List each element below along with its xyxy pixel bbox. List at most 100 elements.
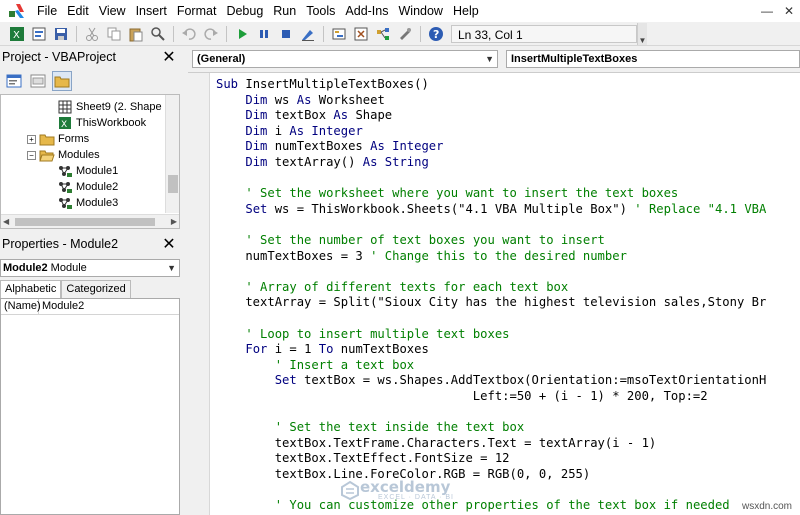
view-code-icon[interactable] — [4, 71, 24, 91]
menu-item-file[interactable]: File — [32, 0, 62, 22]
undo-icon[interactable] — [180, 25, 198, 43]
object-select[interactable]: Module2 Module ▼ — [0, 259, 180, 277]
svg-text:?: ? — [433, 28, 439, 41]
project-vertical-scrollbar[interactable] — [165, 95, 179, 213]
tree-item-label: Modules — [58, 149, 100, 161]
code-keyword: As — [333, 108, 356, 123]
code-line[interactable]: Dim textBox As Shape — [216, 108, 392, 124]
code-line[interactable]: textBox.TextEffect.FontSize = 12 — [216, 451, 510, 467]
code-line[interactable]: textBox.TextFrame.Characters.Text = text… — [216, 436, 657, 452]
code-line[interactable]: Dim numTextBoxes As Integer — [216, 139, 443, 155]
code-line[interactable]: Sub InsertMultipleTextBoxes() — [216, 77, 429, 93]
menu-item-view[interactable]: View — [94, 0, 131, 22]
code-line[interactable]: ' Loop to insert multiple text boxes — [216, 327, 509, 343]
project-horizontal-scrollbar[interactable]: ◀ ▶ — [1, 214, 179, 228]
code-text: i — [274, 123, 290, 138]
tree-item-thisworkbook[interactable]: X ThisWorkbook — [57, 115, 146, 131]
code-line[interactable]: Dim textArray() As String — [216, 155, 428, 171]
chevron-down-icon[interactable]: ▼ — [167, 260, 176, 276]
tree-expander-icon[interactable]: + — [27, 134, 36, 144]
tree-item-label: ThisWorkbook — [76, 117, 147, 129]
properties-window-icon[interactable] — [352, 25, 370, 43]
tree-item-sheet9-2-shape-s[interactable]: Sheet9 (2. Shape S — [57, 99, 172, 115]
menu-item-debug[interactable]: Debug — [221, 0, 268, 22]
tab-categorized[interactable]: Categorized — [61, 280, 131, 298]
menu-item-help[interactable]: Help — [448, 0, 484, 22]
code-keyword: As — [296, 92, 319, 107]
menu-item-insert[interactable]: Insert — [131, 0, 172, 22]
tree-item-module3[interactable]: Module3 — [57, 195, 118, 211]
menu-bar: File Edit View Insert Format Debug Run Tools Add… — [0, 0, 800, 22]
code-line[interactable]: numTextBoxes = 3 ' Change this to the de… — [216, 249, 627, 265]
code-line[interactable]: Dim ws As Worksheet — [216, 92, 384, 109]
run-icon[interactable] — [233, 25, 251, 43]
tab-alphabetic[interactable]: Alphabetic — [0, 280, 62, 298]
menu-item-edit[interactable]: Edit — [62, 0, 94, 22]
code-line[interactable]: For i = 1 To numTextBoxes — [216, 342, 428, 358]
code-line[interactable]: ' Array of different texts for each text… — [216, 280, 568, 296]
property-value[interactable]: Module2 — [39, 299, 84, 314]
code-line[interactable]: Dim i As Integer — [216, 123, 362, 140]
menu-item-run[interactable]: Run — [268, 0, 301, 22]
menu-item-add-ins[interactable]: Add-Ins — [340, 0, 393, 22]
object-combo[interactable]: (General) ▼ — [192, 50, 498, 68]
close-icon[interactable]: ✕ — [778, 0, 800, 22]
tree-item-module1[interactable]: Module1 — [57, 163, 118, 179]
code-line[interactable]: ' Set the worksheet where you want to in… — [216, 186, 678, 202]
help-icon[interactable]: ? — [427, 25, 445, 43]
menu-item-tools[interactable]: Tools — [301, 0, 340, 22]
code-line[interactable]: ' Set the text inside the text box — [216, 420, 524, 436]
chevron-down-icon[interactable]: ▼ — [485, 51, 494, 67]
workbook-icon: X — [57, 116, 73, 130]
reset-icon[interactable] — [277, 25, 295, 43]
tree-item-modules[interactable]: − Modules — [27, 147, 100, 163]
object-browser-icon[interactable] — [374, 25, 392, 43]
break-icon[interactable] — [255, 25, 273, 43]
paste-icon[interactable] — [127, 25, 145, 43]
close-icon[interactable]: ✕ — [160, 235, 178, 253]
save-icon[interactable] — [52, 25, 70, 43]
view-object-icon[interactable] — [28, 71, 48, 91]
menu-item-format[interactable]: Format — [172, 0, 222, 22]
code-line[interactable]: ' Set the number of text boxes you want … — [216, 233, 605, 249]
tree-expander-icon[interactable]: − — [27, 150, 36, 160]
tree-item-module2[interactable]: Module2 — [57, 179, 118, 195]
property-row[interactable]: (Name) Module2 — [1, 299, 179, 315]
code-line[interactable]: Set ws = ThisWorkbook.Sheets("4.1 VBA Mu… — [216, 202, 766, 218]
code-keyword: Set — [245, 201, 275, 216]
code-line[interactable]: Set textBox = ws.Shapes.AddTextbox(Orien… — [216, 373, 767, 389]
menu-item-window[interactable]: Window — [394, 0, 448, 22]
insert-module-icon[interactable] — [30, 25, 48, 43]
properties-tabs: Alphabetic Categorized — [0, 280, 180, 298]
project-panel-titlebar: Project - VBAProject ✕ — [0, 46, 180, 68]
toggle-folders-icon[interactable] — [52, 71, 72, 91]
code-line[interactable]: Left:=50 + (i - 1) * 200, Top:=2 — [216, 389, 708, 405]
tree-item-forms[interactable]: + Forms — [27, 131, 89, 147]
toolbox-icon[interactable] — [396, 25, 414, 43]
redo-icon[interactable] — [202, 25, 220, 43]
code-editor[interactable]: Sub InsertMultipleTextBoxes() Dim ws As … — [188, 72, 800, 515]
cut-icon[interactable] — [83, 25, 101, 43]
procedure-combo[interactable]: InsertMultipleTextBoxes — [506, 50, 800, 68]
close-icon[interactable]: ✕ — [160, 48, 178, 66]
excel-view-icon[interactable]: X — [8, 25, 26, 43]
tree-item-label: Module3 — [76, 197, 119, 209]
code-line[interactable]: ' Insert a text box — [216, 358, 414, 374]
design-mode-icon[interactable] — [299, 25, 317, 43]
code-margin-indicator-bar[interactable] — [188, 73, 210, 515]
code-text: ws — [274, 92, 297, 107]
find-icon[interactable] — [149, 25, 167, 43]
code-line[interactable]: ' You can customize other properties of … — [216, 498, 730, 514]
toolbar-overflow-icon[interactable]: ▼ — [637, 22, 647, 45]
minimize-icon[interactable]: — — [756, 0, 778, 22]
code-line[interactable]: textArray = Split("Sioux City has the hi… — [216, 295, 766, 311]
project-explorer-icon[interactable] — [330, 25, 348, 43]
code-comment: ' Set the worksheet where you want to in… — [245, 186, 679, 201]
vba-app-icon[interactable] — [6, 0, 28, 22]
copy-icon[interactable] — [105, 25, 123, 43]
